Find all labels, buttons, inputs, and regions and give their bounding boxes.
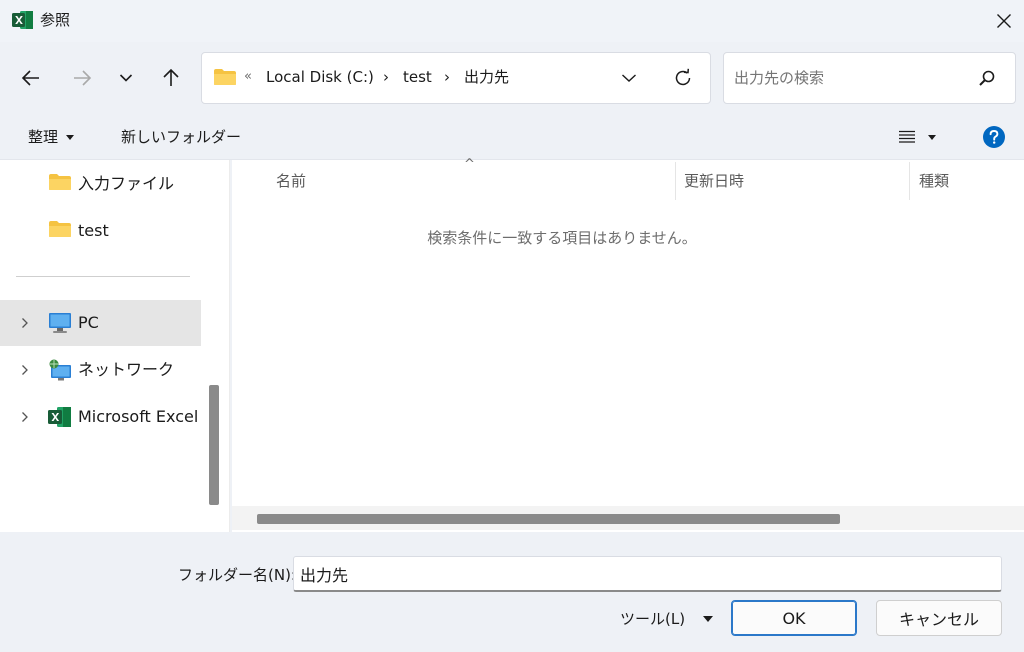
up-arrow-icon bbox=[163, 68, 179, 86]
search-icon bbox=[979, 70, 995, 86]
folder-icon bbox=[213, 68, 237, 90]
sidebar-item-test[interactable]: test bbox=[0, 208, 201, 254]
caret-down-icon bbox=[703, 616, 714, 622]
sidebar-item-label: Microsoft Excel bbox=[78, 407, 199, 426]
recent-locations-button[interactable] bbox=[109, 61, 143, 95]
column-header-type[interactable]: 種類 bbox=[919, 170, 949, 192]
forward-button[interactable] bbox=[65, 61, 99, 95]
up-button[interactable] bbox=[154, 61, 188, 95]
back-arrow-icon bbox=[21, 70, 39, 86]
excel-icon bbox=[12, 10, 34, 30]
tools-label: ツール(L) bbox=[620, 610, 686, 628]
horizontal-scrollbar-thumb[interactable] bbox=[257, 514, 840, 524]
column-separator[interactable] bbox=[909, 162, 910, 200]
tools-button[interactable]: ツール(L) bbox=[620, 608, 714, 630]
ok-button[interactable]: OK bbox=[731, 600, 857, 636]
folder-name-label: フォルダー名(N): bbox=[178, 566, 296, 584]
caret-down-icon bbox=[66, 134, 75, 140]
sidebar-item-label: ネットワーク bbox=[78, 360, 175, 379]
close-button[interactable] bbox=[986, 4, 1022, 38]
breadcrumb-local-disk[interactable]: Local Disk (C:) bbox=[266, 66, 374, 88]
help-button[interactable] bbox=[982, 125, 1006, 153]
sort-indicator-icon: ^ bbox=[464, 157, 475, 172]
sidebar-scrollbar-thumb[interactable] bbox=[209, 385, 219, 505]
address-history-button[interactable] bbox=[612, 61, 646, 95]
title-bar bbox=[0, 0, 1024, 42]
refresh-icon bbox=[675, 68, 691, 86]
organize-button[interactable]: 整理 bbox=[28, 126, 75, 148]
view-options-button[interactable] bbox=[898, 126, 936, 148]
sidebar-item-label: PC bbox=[78, 313, 99, 332]
sidebar-item-network[interactable]: ネットワーク bbox=[0, 347, 201, 393]
sidebar-item-microsoft-excel[interactable]: Microsoft Excel bbox=[0, 394, 201, 440]
breadcrumb-output[interactable]: 出力先 bbox=[464, 66, 509, 88]
empty-message: 検索条件に一致する項目はありません。 bbox=[427, 229, 697, 247]
network-icon bbox=[48, 359, 74, 381]
cancel-button[interactable]: キャンセル bbox=[876, 600, 1002, 636]
sidebar-item-label: 入力ファイル bbox=[78, 174, 175, 193]
chevron-right-icon[interactable] bbox=[18, 408, 32, 426]
pc-icon bbox=[48, 312, 74, 334]
breadcrumb-overflow[interactable]: « bbox=[244, 66, 252, 88]
close-icon bbox=[997, 14, 1011, 28]
dialog-footer bbox=[0, 532, 1024, 652]
file-list bbox=[232, 160, 1024, 532]
chevron-down-icon bbox=[622, 74, 636, 82]
folder-name-input[interactable] bbox=[293, 556, 1002, 592]
breadcrumb-separator-icon[interactable]: › bbox=[444, 66, 450, 88]
breadcrumb-test[interactable]: test bbox=[403, 66, 432, 88]
back-button[interactable] bbox=[14, 61, 48, 95]
forward-arrow-icon bbox=[74, 70, 92, 86]
search-button[interactable] bbox=[970, 61, 1004, 95]
chevron-right-icon[interactable] bbox=[18, 361, 32, 379]
column-header-name[interactable]: 名前 bbox=[276, 170, 306, 192]
help-icon bbox=[983, 126, 1005, 148]
search-input[interactable] bbox=[734, 67, 974, 89]
chevron-down-icon bbox=[119, 74, 133, 82]
window-title: 参照 bbox=[40, 11, 71, 29]
column-separator[interactable] bbox=[675, 162, 676, 200]
folder-icon bbox=[48, 220, 74, 242]
excel-icon bbox=[48, 406, 74, 428]
sidebar-item-label: test bbox=[78, 221, 109, 240]
list-view-icon bbox=[899, 130, 915, 143]
folder-icon bbox=[48, 173, 74, 195]
breadcrumb-separator-icon[interactable]: › bbox=[383, 66, 389, 88]
column-header-modified[interactable]: 更新日時 bbox=[684, 170, 744, 192]
organize-label: 整理 bbox=[28, 128, 59, 146]
new-folder-button[interactable]: 新しいフォルダー bbox=[121, 126, 241, 148]
sidebar-item-pc[interactable]: PC bbox=[0, 300, 201, 346]
chevron-right-icon[interactable] bbox=[18, 314, 32, 332]
sidebar-divider bbox=[16, 276, 190, 277]
sidebar-item-input-files[interactable]: 入力ファイル bbox=[0, 161, 201, 207]
caret-down-icon bbox=[928, 134, 936, 140]
refresh-button[interactable] bbox=[666, 61, 700, 95]
